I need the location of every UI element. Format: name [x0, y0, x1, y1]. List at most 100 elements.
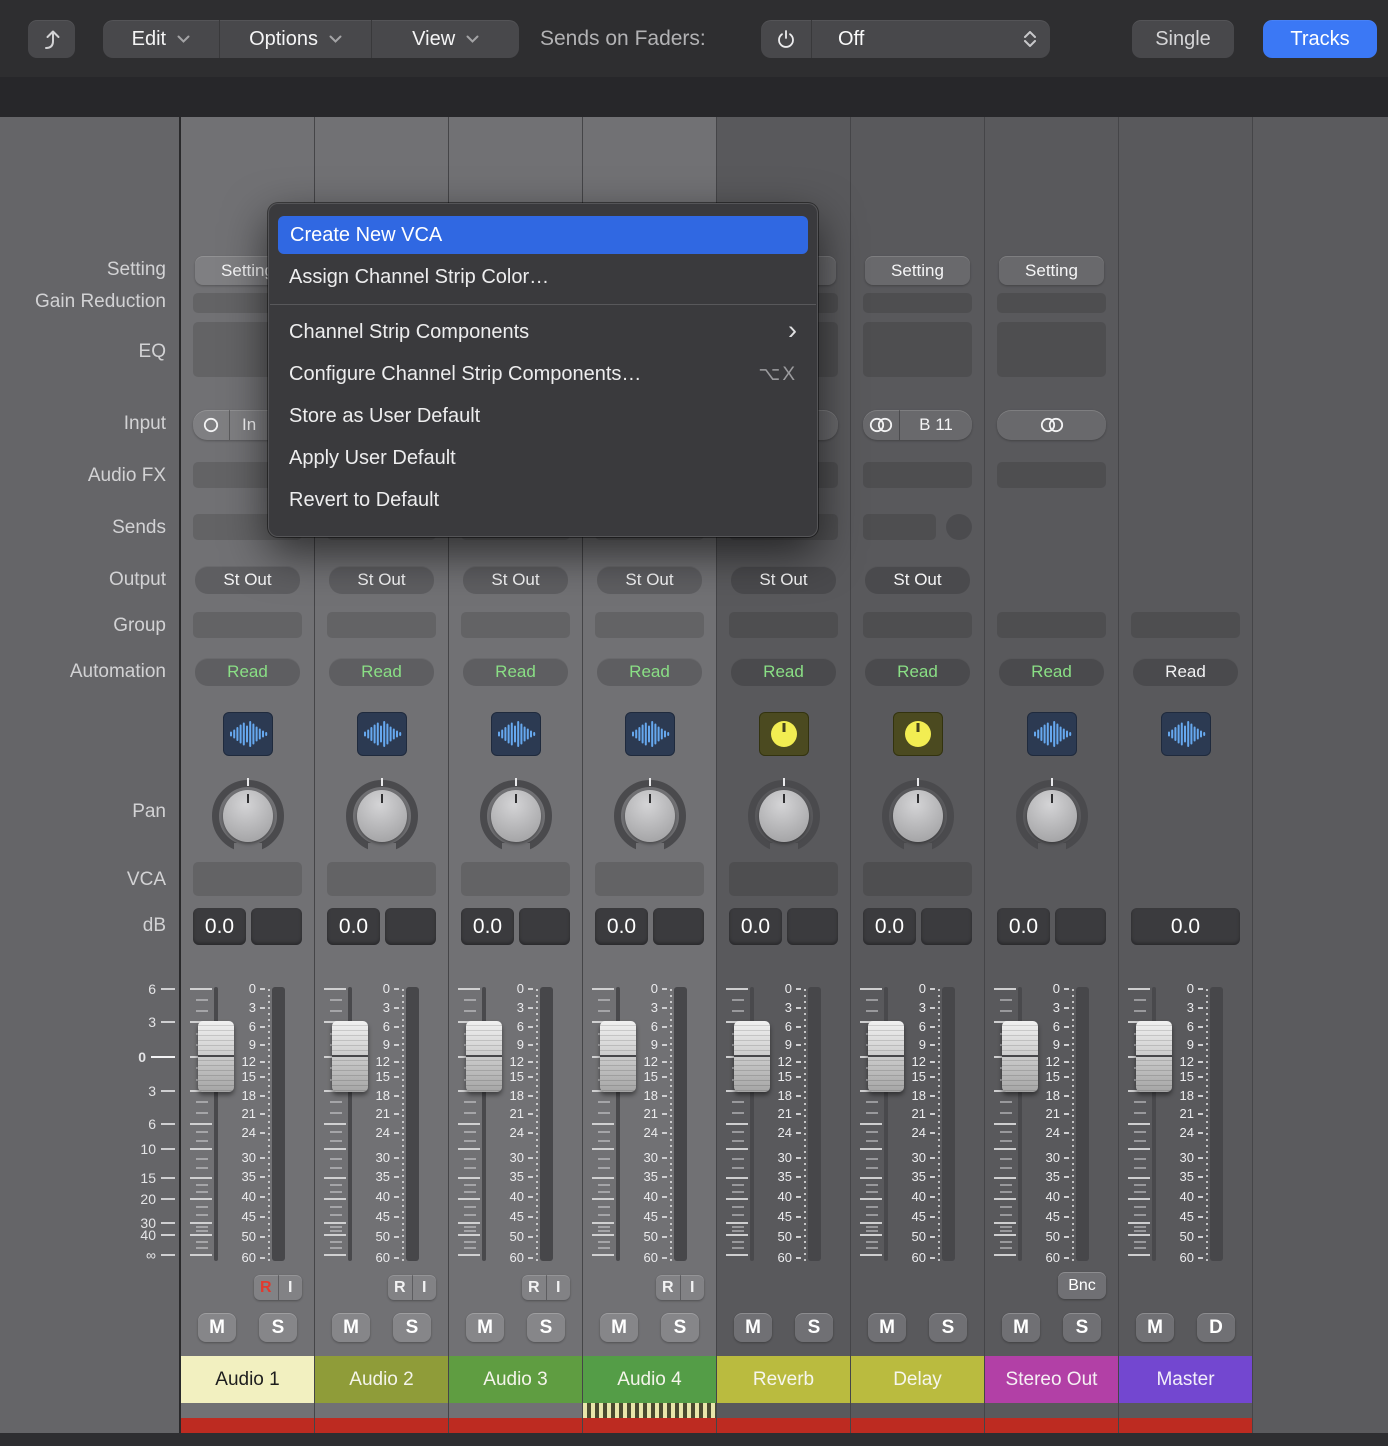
volume-fader[interactable]: 03691215182124303540455060: [188, 985, 288, 1263]
pan-knob[interactable]: [614, 780, 686, 852]
single-view-button[interactable]: Single: [1132, 20, 1234, 58]
record-enable-button[interactable]: R: [522, 1275, 547, 1300]
edit-menu-button[interactable]: Edit: [103, 20, 219, 58]
peak-value-display[interactable]: [385, 908, 436, 945]
automation-mode-button[interactable]: Read: [999, 658, 1104, 686]
group-slot[interactable]: [327, 612, 436, 638]
automation-mode-button[interactable]: Read: [597, 658, 702, 686]
track-waveform-icon[interactable]: [625, 712, 675, 756]
peak-value-display[interactable]: [653, 908, 704, 945]
db-value-display[interactable]: 0.0: [997, 908, 1050, 945]
mute-button[interactable]: M: [466, 1313, 504, 1342]
solo-button[interactable]: S: [1063, 1313, 1101, 1342]
track-name-plate[interactable]: Stereo Out: [985, 1356, 1118, 1403]
solo-button[interactable]: S: [929, 1313, 967, 1342]
volume-fader[interactable]: 03691215182124303540455060: [590, 985, 690, 1263]
fader-handle[interactable]: [1002, 1021, 1038, 1092]
record-enable-button[interactable]: R: [388, 1275, 413, 1300]
mute-button[interactable]: M: [198, 1313, 236, 1342]
peak-value-display[interactable]: [519, 908, 570, 945]
group-slot[interactable]: [997, 612, 1106, 638]
setting-button[interactable]: Setting: [999, 256, 1104, 285]
fader-handle[interactable]: [466, 1021, 502, 1092]
group-slot[interactable]: [1131, 612, 1240, 638]
send-level-knob[interactable]: [946, 514, 972, 540]
eq-display[interactable]: [997, 322, 1106, 377]
db-value-display[interactable]: 0.0: [461, 908, 514, 945]
automation-mode-button[interactable]: Read: [463, 658, 568, 686]
menu-item-revert-to-default[interactable]: Revert to Default: [269, 479, 817, 521]
db-value-display[interactable]: 0.0: [863, 908, 916, 945]
audio-fx-slot[interactable]: [863, 462, 972, 488]
sends-slot[interactable]: [863, 514, 936, 540]
track-name-plate[interactable]: Audio 3: [449, 1356, 582, 1403]
pan-knob[interactable]: [1016, 780, 1088, 852]
output-button[interactable]: St Out: [731, 566, 836, 594]
vca-slot[interactable]: [729, 862, 838, 896]
fader-handle[interactable]: [734, 1021, 770, 1092]
pan-knob[interactable]: [480, 780, 552, 852]
input-button[interactable]: B 11: [863, 410, 972, 440]
output-button[interactable]: St Out: [597, 566, 702, 594]
solo-button[interactable]: S: [259, 1313, 297, 1342]
peak-value-display[interactable]: [1055, 908, 1106, 945]
tracks-view-button[interactable]: Tracks: [1263, 20, 1377, 58]
record-enable-button[interactable]: R: [656, 1275, 681, 1300]
stepper-chevrons-icon[interactable]: [1023, 31, 1037, 47]
menu-item-apply-user-default[interactable]: Apply User Default: [269, 437, 817, 479]
volume-fader[interactable]: 03691215182124303540455060: [322, 985, 422, 1263]
volume-fader[interactable]: 03691215182124303540455060: [858, 985, 958, 1263]
vca-slot[interactable]: [461, 862, 570, 896]
power-button[interactable]: [761, 20, 812, 58]
pan-knob[interactable]: [882, 780, 954, 852]
go-up-button[interactable]: [28, 20, 75, 58]
input-button[interactable]: [997, 410, 1106, 440]
peak-value-display[interactable]: [787, 908, 838, 945]
peak-value-display[interactable]: [921, 908, 972, 945]
solo-button[interactable]: D: [1197, 1313, 1235, 1342]
vca-slot[interactable]: [193, 862, 302, 896]
output-button[interactable]: St Out: [195, 566, 300, 594]
fader-handle[interactable]: [332, 1021, 368, 1092]
menu-item-configure-channel-strip-components[interactable]: Configure Channel Strip Components… ⌥X: [269, 353, 817, 395]
solo-button[interactable]: S: [527, 1313, 565, 1342]
vca-slot[interactable]: [863, 862, 972, 896]
output-button[interactable]: St Out: [329, 566, 434, 594]
volume-fader[interactable]: 03691215182124303540455060: [456, 985, 556, 1263]
gain-reduction-display[interactable]: [997, 293, 1106, 313]
fader-handle[interactable]: [1136, 1021, 1172, 1092]
volume-fader[interactable]: 03691215182124303540455060: [1126, 985, 1226, 1263]
mute-button[interactable]: M: [1136, 1313, 1174, 1342]
mute-button[interactable]: M: [734, 1313, 772, 1342]
mute-button[interactable]: M: [600, 1313, 638, 1342]
pan-knob[interactable]: [346, 780, 418, 852]
menu-item-assign-channel-strip-color[interactable]: Assign Channel Strip Color…: [269, 256, 817, 298]
volume-fader[interactable]: 03691215182124303540455060: [992, 985, 1092, 1263]
mute-button[interactable]: M: [1002, 1313, 1040, 1342]
input-monitor-button[interactable]: I: [413, 1275, 437, 1300]
track-name-plate[interactable]: Reverb: [717, 1356, 850, 1403]
automation-mode-button[interactable]: Read: [195, 658, 300, 686]
input-monitor-button[interactable]: I: [279, 1275, 303, 1300]
track-name-plate[interactable]: Delay: [851, 1356, 984, 1403]
automation-mode-button[interactable]: Read: [329, 658, 434, 686]
track-waveform-icon[interactable]: [357, 712, 407, 756]
eq-display[interactable]: [863, 322, 972, 377]
track-waveform-icon[interactable]: [1161, 712, 1211, 756]
bounce-button[interactable]: Bnc: [1058, 1272, 1106, 1299]
sends-on-faders-value[interactable]: Off: [812, 28, 1023, 51]
group-slot[interactable]: [729, 612, 838, 638]
fader-handle[interactable]: [868, 1021, 904, 1092]
input-monitor-button[interactable]: I: [681, 1275, 705, 1300]
db-value-display[interactable]: 0.0: [1131, 908, 1240, 945]
gain-reduction-display[interactable]: [863, 293, 972, 313]
db-value-display[interactable]: 0.0: [193, 908, 246, 945]
menu-item-store-as-user-default[interactable]: Store as User Default: [269, 395, 817, 437]
aux-knob-icon[interactable]: [759, 712, 809, 756]
track-name-plate[interactable]: Audio 1: [181, 1356, 314, 1403]
track-waveform-icon[interactable]: [1027, 712, 1077, 756]
options-menu-button[interactable]: Options: [219, 20, 372, 58]
group-slot[interactable]: [595, 612, 704, 638]
pan-knob[interactable]: [212, 780, 284, 852]
output-button[interactable]: St Out: [463, 566, 568, 594]
